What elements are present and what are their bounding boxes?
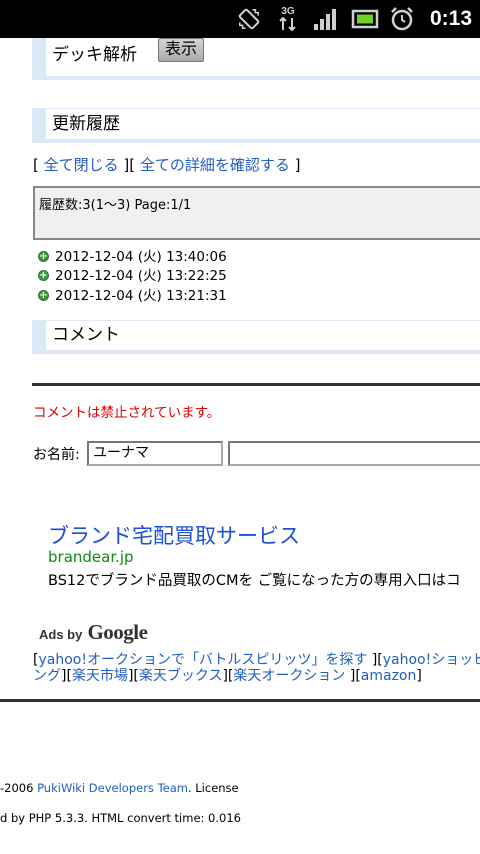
pukiwiki-team-link[interactable]: PukiWiki Developers Team [37, 781, 188, 795]
ads-by-label: Ads by [39, 627, 83, 642]
name-label: お名前: [33, 447, 80, 463]
expand-plus-icon[interactable]: + [38, 250, 49, 262]
history-item[interactable]: +2012-12-04 (火) 13:22:25 [38, 264, 227, 284]
history-toggle-links: [ 全て閉じる ][ 全ての詳細を確認する ] [33, 156, 301, 174]
network-3g-icon: 3G [274, 0, 302, 38]
update-history-heading: 更新履歴 [32, 108, 480, 143]
history-item-date: 2012-12-04 (火) 13:21:31 [55, 288, 227, 304]
ads-by-google[interactable]: Ads by Google [39, 620, 148, 645]
view-all-details-link[interactable]: 全ての詳細を確認する [140, 156, 290, 174]
vibrate-icon [234, 0, 264, 38]
license-text: . License [187, 781, 239, 795]
name-input[interactable]: ユーナマ [87, 441, 223, 466]
alarm-clock-icon [388, 0, 416, 38]
history-item-date: 2012-12-04 (火) 13:40:06 [55, 249, 227, 265]
rakuten-books-link[interactable]: 楽天ブックス [139, 668, 223, 684]
copyright-prefix: -2006 [0, 781, 38, 795]
ad-description: BS12でブランド品買取のCMを ご覧になった方の専用入口はコ [48, 573, 461, 589]
amazon-link[interactable]: amazon [361, 668, 417, 684]
history-item[interactable]: +2012-12-04 (火) 13:21:31 [38, 284, 227, 304]
comment-disabled-notice: コメントは禁止されています。 [33, 405, 221, 421]
history-item-date: 2012-12-04 (火) 13:22:25 [55, 268, 227, 284]
yahoo-auction-link[interactable]: yahoo!オークションで「バトルスピリッツ」を探す [38, 652, 367, 668]
ad-url[interactable]: brandear.jp [48, 548, 134, 566]
comment-input[interactable] [228, 441, 480, 466]
history-summary-text: 履歴数:3(1〜3) Page:1/1 [39, 198, 192, 213]
divider [32, 383, 480, 386]
battery-icon [350, 0, 380, 38]
deck-analysis-label: デッキ解析 [52, 45, 137, 65]
show-button[interactable]: 表示 [158, 38, 204, 62]
status-bar: 3G 0:13 [0, 0, 480, 38]
comment-heading: コメント [32, 320, 480, 354]
update-history-heading-text: 更新履歴 [52, 114, 120, 134]
wiki-page: デッキ解析 表示 更新履歴 [ 全て閉じる ][ 全ての詳細を確認する ] 履歴… [0, 38, 480, 854]
signal-icon [312, 0, 338, 38]
comment-heading-text: コメント [52, 325, 120, 345]
footer-powered-by: d by PHP 5.3.3. HTML convert time: 0.016 [0, 811, 241, 825]
rakuten-market-link[interactable]: 楽天市場 [72, 668, 128, 684]
rakuten-auction-link[interactable]: 楽天オークション [233, 668, 345, 684]
close-all-link[interactable]: 全て閉じる [44, 156, 119, 174]
expand-plus-icon[interactable]: + [38, 289, 49, 301]
clock-time: 0:13 [429, 7, 472, 30]
history-item[interactable]: +2012-12-04 (火) 13:40:06 [38, 245, 227, 265]
history-summary-box: 履歴数:3(1〜3) Page:1/1 [33, 186, 480, 240]
google-logo: Google [87, 620, 148, 644]
footer-copyright: -2006 PukiWiki Developers Team. License [0, 781, 239, 795]
footer-divider [0, 699, 480, 702]
expand-plus-icon[interactable]: + [38, 269, 49, 281]
shopping-links: [yahoo!オークションで「バトルスピリッツ」を探す ][yahoo!ショッピ… [33, 652, 480, 684]
ad-title-link[interactable]: ブランド宅配買取サービス [48, 520, 300, 550]
